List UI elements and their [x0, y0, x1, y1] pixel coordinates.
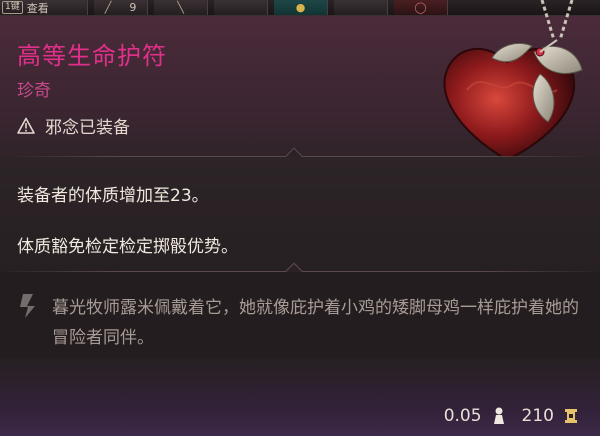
flavor-section: 暮光牧师露米佩戴着它，她就像庇护着小鸡的矮脚母鸡一样庇护着她的冒险者同伴。: [0, 272, 600, 358]
arrow-icon: ╱: [104, 1, 112, 14]
weight-icon: [493, 407, 504, 424]
hotbar-slot-empty[interactable]: [214, 0, 268, 15]
hotbar-slot-inspect[interactable]: 1键 查看: [0, 0, 88, 15]
hotbar-slot-potion[interactable]: ●: [274, 0, 328, 15]
gold-value: 210: [521, 406, 554, 426]
effect-line: 装备者的体质增加至23。: [17, 186, 209, 206]
weight-value: 0.05: [443, 406, 482, 426]
hotbar-slot-weapon[interactable]: ╲: [154, 0, 208, 15]
potion-icon: ●: [295, 1, 306, 14]
item-name: 高等生命护符: [17, 42, 167, 70]
item-tooltip: 高等生命护符 珍奇 邪念已装备 装备者的体质增加至23。 体质豁免检定检定掷骰优…: [0, 0, 600, 436]
tooltip-header: 高等生命护符 珍奇 邪念已装备: [0, 0, 600, 162]
effects-section: 装备者的体质增加至23。 体质豁免检定检定掷骰优势。: [0, 157, 600, 271]
hotbar-slot-label: 查看: [26, 1, 49, 15]
hotbar-slot-empty-2[interactable]: [334, 0, 388, 15]
item-stats: 0.05 210: [444, 406, 580, 426]
heart-amulet-icon: [443, 0, 583, 162]
status-row: 邪念已装备: [17, 113, 130, 138]
effect-line: 体质豁免检定检定掷骰优势。: [17, 237, 238, 257]
gold-coin-icon: [565, 409, 577, 423]
hotbar-count: 9: [129, 1, 137, 14]
hotbar-slot-arrows[interactable]: ╱ 9: [94, 0, 148, 15]
item-rarity: 珍奇: [17, 81, 51, 101]
quote-icon: [20, 294, 35, 318]
tooltip-footer: 0.05 210: [0, 358, 600, 436]
sword-icon: ╲: [177, 1, 184, 14]
status-text: 邪念已装备: [45, 118, 130, 138]
flavor-text: 暮光牧师露米佩戴着它，她就像庇护着小鸡的矮脚母鸡一样庇护着她的冒险者同伴。: [52, 298, 579, 348]
warning-triangle-icon: [17, 117, 35, 134]
keybind-badge: 1键: [2, 1, 23, 14]
